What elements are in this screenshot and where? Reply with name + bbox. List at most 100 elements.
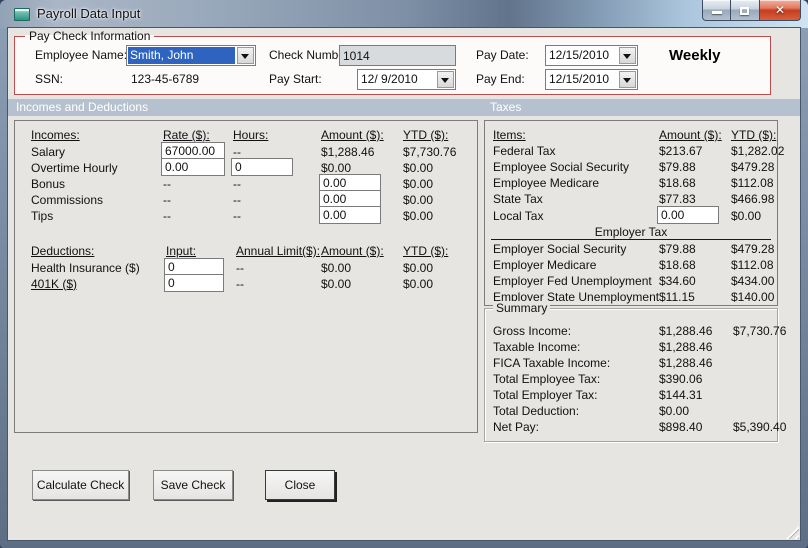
salary-ytd: $7,730.76 xyxy=(403,144,457,159)
employee-ss-ytd: $479.28 xyxy=(731,160,775,174)
pay-start-combobox[interactable]: 12/ 9/2010 xyxy=(357,69,456,90)
pay-date-value: 12/15/2010 xyxy=(549,48,610,62)
row-label: Net Pay: xyxy=(493,420,540,434)
bonus-rate: -- xyxy=(163,176,171,191)
summary-row-total-deduction: Total Deduction: $0.00 xyxy=(485,403,777,419)
close-button[interactable]: Close xyxy=(265,470,335,500)
health-insurance-limit: -- xyxy=(236,260,244,275)
close-window-button[interactable]: ✕ xyxy=(759,0,801,21)
items-header: Items: xyxy=(493,128,526,142)
pay-start-dropdown-button[interactable] xyxy=(437,71,454,88)
section-band: Incomes and Deductions Taxes xyxy=(8,99,800,116)
overtime-hours-input[interactable] xyxy=(231,158,293,176)
summary-row-total-employer-tax: Total Employer Tax: $144.31 xyxy=(485,387,777,403)
dropdown-arrow-icon xyxy=(623,54,631,59)
minimize-button[interactable] xyxy=(702,0,731,21)
taxable-income-amount: $1,288.46 xyxy=(659,340,713,354)
summary-row-total-employee-tax: Total Employee Tax: $390.06 xyxy=(485,371,777,387)
overtime-ytd: $0.00 xyxy=(403,160,434,175)
summary-group: Summary Gross Income: $1,288.46 $7,730.7… xyxy=(484,301,786,442)
section-title-taxes: Taxes xyxy=(490,100,522,114)
pay-start-value: 12/ 9/2010 xyxy=(361,72,418,86)
row-label: Health Insurance ($) xyxy=(31,260,140,275)
local-tax-input[interactable] xyxy=(657,206,719,224)
incomes-deductions-panel: Incomes: Rate ($): Hours: Amount ($): YT… xyxy=(14,120,478,433)
dropdown-arrow-icon xyxy=(441,78,449,83)
state-tax-amount: $77.83 xyxy=(659,192,696,206)
employer-tax-divider xyxy=(491,239,771,240)
row-label: State Tax xyxy=(493,192,543,206)
row-label: Employee Social Security xyxy=(493,160,630,174)
client-area: Pay Check Information Employee Name: Smi… xyxy=(8,28,800,540)
tips-ytd: $0.00 xyxy=(403,208,434,223)
state-tax-ytd: $466.98 xyxy=(731,192,775,206)
tips-hours: -- xyxy=(233,208,241,223)
overtime-rate-input[interactable] xyxy=(161,158,225,176)
net-pay-ytd: $5,390.40 xyxy=(733,420,787,434)
row-label: Total Employer Tax: xyxy=(493,388,598,402)
pay-date-dropdown-button[interactable] xyxy=(619,47,636,64)
employee-name-dropdown-button[interactable] xyxy=(237,47,254,64)
resize-grip-icon[interactable] xyxy=(786,526,799,539)
pay-end-label: Pay End: xyxy=(476,72,525,86)
close-icon: ✕ xyxy=(774,3,786,17)
maximize-button[interactable] xyxy=(731,0,759,21)
tax-row-employer-ss: Employer Social Security $79.88 $479.28 xyxy=(485,241,777,257)
401k-link[interactable]: 401K ($) xyxy=(31,277,164,291)
pay-date-combobox[interactable]: 12/15/2010 xyxy=(545,45,638,66)
commissions-ytd: $0.00 xyxy=(403,192,434,207)
rate-header: Rate ($): xyxy=(163,128,210,142)
employee-name-value: Smith, John xyxy=(128,47,235,64)
calculate-check-button[interactable]: Calculate Check xyxy=(32,470,129,500)
window-controls: ✕ xyxy=(702,0,801,21)
incomes-header-row: Incomes: Rate ($): Hours: Amount ($): YT… xyxy=(15,127,477,143)
deduction-row-401k: 401K ($) -- $0.00 $0.00 xyxy=(15,274,477,292)
row-label: Total Employee Tax: xyxy=(493,372,601,386)
tips-amount-input[interactable] xyxy=(319,206,381,224)
check-number-input[interactable] xyxy=(339,45,456,66)
employer-fed-unemployment-amount: $34.60 xyxy=(659,274,696,288)
tax-row-federal: Federal Tax $213.67 $1,282.02 xyxy=(485,143,784,159)
income-row-salary: Salary -- $1,288.46 $7,730.76 xyxy=(15,142,477,160)
gross-income-amount: $1,288.46 xyxy=(659,324,713,338)
row-label: Local Tax xyxy=(493,208,544,223)
row-label: Employer Fed Unemployment xyxy=(493,274,652,288)
pay-end-combobox[interactable]: 12/15/2010 xyxy=(545,69,638,90)
employer-medicare-amount: $18.68 xyxy=(659,258,696,272)
incomes-header: Incomes: xyxy=(31,128,80,142)
employee-name-label: Employee Name: xyxy=(35,48,128,62)
window-title: Payroll Data Input xyxy=(37,6,141,21)
employee-medicare-amount: $18.68 xyxy=(659,176,696,190)
deductions-header-row: Deductions: Input: Annual Limit($): Amou… xyxy=(15,243,477,259)
summary-row-gross: Gross Income: $1,288.46 $7,730.76 xyxy=(485,323,786,339)
pay-end-dropdown-button[interactable] xyxy=(619,71,636,88)
app-icon xyxy=(14,8,30,21)
taxes-header-row: Items: Amount ($): YTD ($): xyxy=(485,127,777,143)
401k-input[interactable] xyxy=(164,274,224,292)
title-bar[interactable]: Payroll Data Input ✕ xyxy=(0,0,808,28)
employee-name-combobox[interactable]: Smith, John xyxy=(126,45,256,66)
section-title-incomes-deductions: Incomes and Deductions xyxy=(16,100,149,114)
employer-tax-title: Employer Tax xyxy=(594,225,668,239)
row-label: FICA Taxable Income: xyxy=(493,356,611,370)
amount-header: Amount ($): xyxy=(321,128,384,142)
summary-row-fica: FICA Taxable Income: $1,288.46 xyxy=(485,355,777,371)
save-check-button[interactable]: Save Check xyxy=(153,470,233,500)
total-employee-tax-amount: $390.06 xyxy=(659,372,703,386)
net-pay-amount: $898.40 xyxy=(659,420,703,434)
deductions-header: Deductions: xyxy=(31,244,95,258)
income-row-bonus: Bonus -- -- $0.00 xyxy=(15,174,477,192)
bonus-hours: -- xyxy=(233,176,241,191)
gross-income-ytd: $7,730.76 xyxy=(733,324,787,338)
tax-row-employee-medicare: Employee Medicare $18.68 $112.08 xyxy=(485,175,777,191)
minimize-icon xyxy=(712,11,722,14)
hours-header: Hours: xyxy=(233,128,269,142)
payroll-window: Payroll Data Input ✕ Pay Check Informati… xyxy=(0,0,808,548)
row-label: Commissions xyxy=(31,192,104,207)
dropdown-arrow-icon xyxy=(623,78,631,83)
taxes-panel: Items: Amount ($): YTD ($): Federal Tax … xyxy=(484,120,784,306)
ssn-label: SSN: xyxy=(35,72,64,86)
tax-row-employer-medicare: Employer Medicare $18.68 $112.08 xyxy=(485,257,777,273)
tax-row-state: State Tax $77.83 $466.98 xyxy=(485,191,777,207)
deduction-row-health-insurance: Health Insurance ($) -- $0.00 $0.00 xyxy=(15,258,477,276)
